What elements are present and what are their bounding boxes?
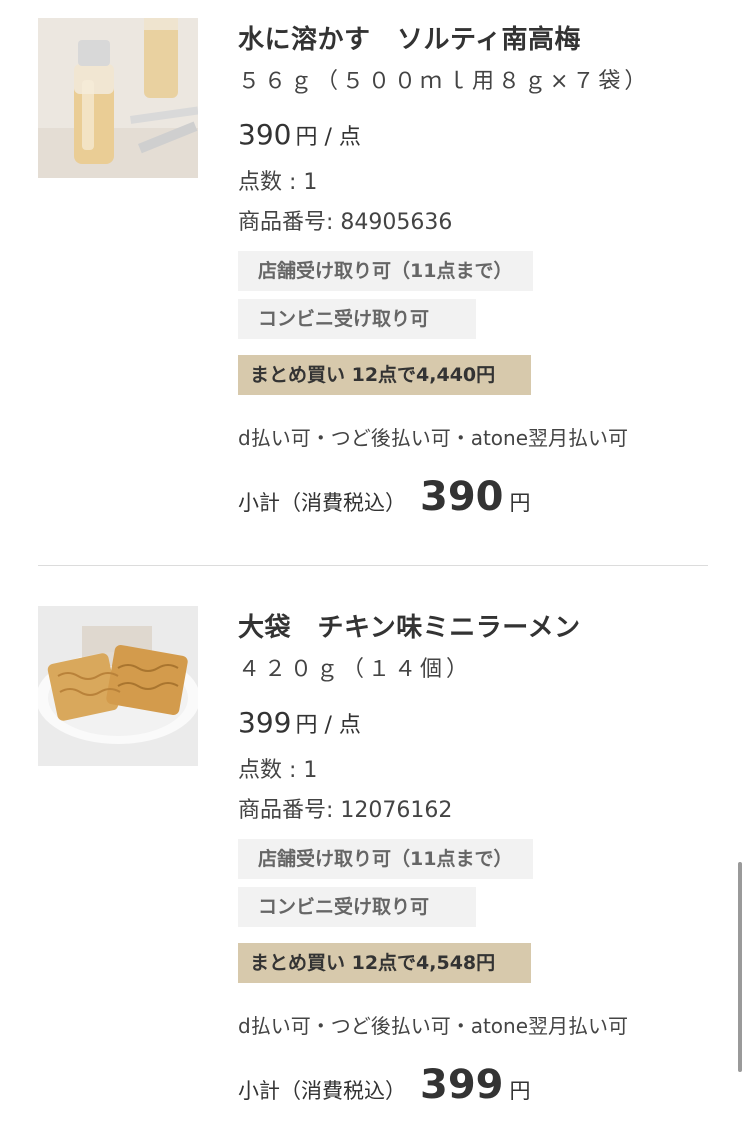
convenience-pickup-badge: コンビニ受け取り可 xyxy=(238,887,476,927)
unit-price: 399 円 / 点 xyxy=(238,706,361,739)
convenience-pickup-badge: コンビニ受け取り可 xyxy=(238,299,476,339)
subtotal: 小計（消費税込） 399 円 xyxy=(238,1062,531,1108)
subtotal-currency: 円 xyxy=(509,1079,531,1103)
subtotal-amount: 390 xyxy=(420,474,504,520)
product-photo xyxy=(38,18,198,178)
scrollbar[interactable] xyxy=(738,862,742,1072)
bulk-discount-badge: まとめ買い 12点で4,548円 xyxy=(238,943,531,983)
product-title[interactable]: 大袋 チキン味ミニラーメン xyxy=(238,607,581,644)
store-pickup-badge: 店舗受け取り可（11点まで） xyxy=(238,251,533,291)
product-number: 商品番号: 84905636 xyxy=(238,210,453,235)
price-unit: 円 / 点 xyxy=(295,125,361,150)
quantity: 点数 : 1 xyxy=(238,170,318,195)
product-image-chicken-ramen[interactable] xyxy=(38,606,198,766)
item-divider xyxy=(38,565,708,566)
bulk-discount-badge: まとめ買い 12点で4,440円 xyxy=(238,355,531,395)
product-photo xyxy=(38,606,198,766)
subtotal-label: 小計（消費税込） xyxy=(238,1079,406,1103)
subtotal: 小計（消費税込） 390 円 xyxy=(238,474,531,520)
subtotal-currency: 円 xyxy=(509,491,531,515)
product-spec: ４２０ｇ（１４個） xyxy=(238,657,473,682)
product-spec: ５６ｇ（５００ｍｌ用８ｇ×７袋） xyxy=(238,69,651,94)
unit-price: 390 円 / 点 xyxy=(238,118,361,151)
product-number: 商品番号: 12076162 xyxy=(238,798,453,823)
product-image-salty-ume[interactable] xyxy=(38,18,198,178)
payment-options: d払い可・つど後払い可・atone翌月払い可 xyxy=(238,426,629,450)
price-value: 399 xyxy=(238,706,292,739)
subtotal-label: 小計（消費税込） xyxy=(238,491,406,515)
price-unit: 円 / 点 xyxy=(295,713,361,738)
payment-options: d払い可・つど後払い可・atone翌月払い可 xyxy=(238,1014,629,1038)
price-value: 390 xyxy=(238,118,292,151)
subtotal-amount: 399 xyxy=(420,1062,504,1108)
store-pickup-badge: 店舗受け取り可（11点まで） xyxy=(238,839,533,879)
quantity: 点数 : 1 xyxy=(238,758,318,783)
product-title[interactable]: 水に溶かす ソルティ南高梅 xyxy=(238,19,581,56)
